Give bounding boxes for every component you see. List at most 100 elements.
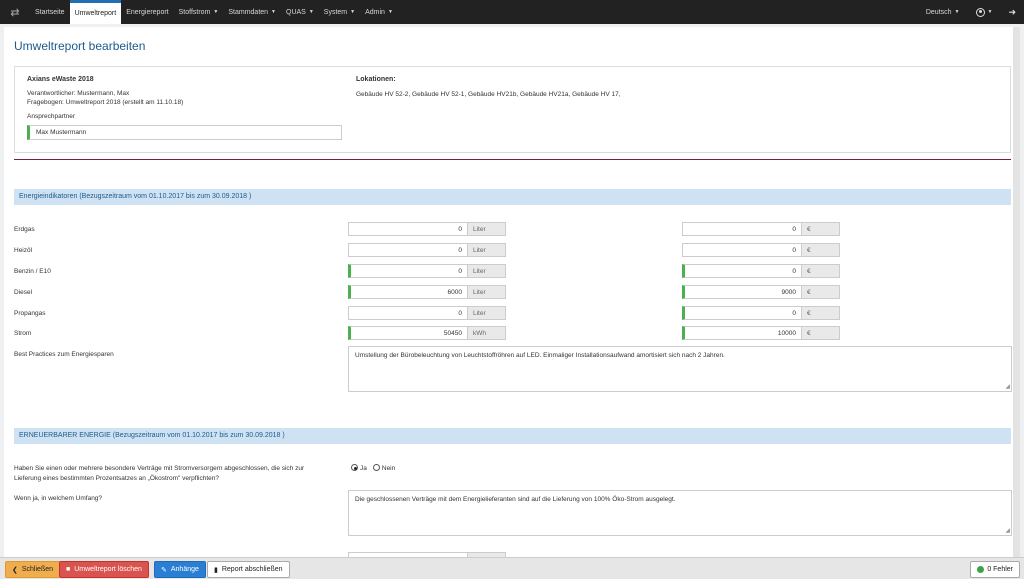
strom-amount-field[interactable]: 50450 kWh [348, 326, 506, 340]
nav-energiereport[interactable]: Energiereport [121, 0, 173, 24]
resize-handle-icon[interactable]: ◢ [1005, 383, 1010, 390]
amount-input[interactable]: 0 [348, 306, 468, 320]
nav-quas[interactable]: QUAS ▼ [281, 0, 319, 24]
lock-icon: ▮ [214, 566, 218, 574]
finish-report-button[interactable]: ▮ Report abschließen [207, 561, 290, 578]
cost-input[interactable]: 0 [682, 222, 802, 236]
nav-umweltreport[interactable]: Umweltreport [69, 0, 122, 24]
radio-no-label: Nein [381, 465, 396, 472]
amount-input[interactable]: 6000 [348, 285, 468, 299]
green-power-question-line2: Lieferung eines bestimmten Prozentsatzes… [14, 475, 219, 482]
extent-text: Die geschlossenen Verträge mit dem Energ… [355, 496, 676, 503]
locations-label: Lokationen: [356, 76, 396, 83]
swap-icon[interactable]: ⇄ [0, 0, 30, 24]
responsible-text: Verantwortlicher: Mustermann, Max [27, 90, 130, 97]
radio-no[interactable]: Nein [372, 464, 396, 472]
cost-input[interactable]: 10000 [682, 326, 802, 340]
error-count-button[interactable]: 0 Fehler [970, 561, 1020, 578]
nav-admin[interactable]: Admin ▼ [360, 0, 398, 24]
amount-input[interactable]: 0 [348, 222, 468, 236]
close-button-label: Schließen [21, 566, 54, 573]
row-label-erdgas: Erdgas [14, 226, 35, 233]
nav-stoffstrom[interactable]: Stoffstrom ▼ [174, 0, 224, 24]
green-power-radio-group: Ja Nein [351, 464, 395, 472]
heizoel-cost-field[interactable]: 0 € [682, 243, 840, 257]
cost-input[interactable]: 0 [682, 306, 802, 320]
caret-down-icon: ▼ [350, 9, 356, 15]
row-label-diesel: Diesel [14, 289, 33, 296]
finish-report-label: Report abschließen [221, 566, 283, 573]
radio-no-input[interactable] [372, 464, 380, 471]
locations-value: Gebäude HV 52-2, Gebäude HV 52-1, Gebäud… [356, 91, 621, 98]
nav-right: Deutsch ▼ ▼ ➜ [918, 0, 1024, 24]
benzin-cost-field[interactable]: 0 € [682, 264, 840, 278]
strom-cost-field[interactable]: 10000 € [682, 326, 840, 340]
caret-down-icon: ▼ [271, 9, 276, 15]
contact-input[interactable]: Max Mustermann [27, 125, 342, 140]
currency-addon: € [802, 306, 840, 320]
propangas-amount-field[interactable]: 0 Liter [348, 306, 506, 320]
caret-down-icon: ▼ [213, 9, 219, 15]
cost-input[interactable]: 0 [682, 243, 802, 257]
organization-name: Axians eWaste 2018 [27, 76, 94, 83]
chevron-left-icon: ❮ [12, 566, 18, 574]
top-navbar: ⇄ Startseite Umweltreport Energiereport … [0, 0, 1024, 24]
amount-input[interactable]: 0 [348, 264, 468, 278]
radio-yes-label: Ja [360, 465, 367, 472]
language-dropdown[interactable]: Deutsch ▼ [918, 0, 968, 24]
nav-label: Energiereport [126, 8, 169, 16]
best-practices-label: Best Practices zum Energiesparen [14, 351, 114, 358]
unit-addon: kWh [468, 326, 506, 340]
propangas-cost-field[interactable]: 0 € [682, 306, 840, 320]
amount-input[interactable]: 0 [348, 243, 468, 257]
best-practices-textarea[interactable]: Umstellung der Bürobeleuchtung von Leuch… [348, 346, 1012, 392]
unit-addon: Liter [468, 243, 506, 257]
nav-label: Umweltreport [74, 10, 117, 17]
logout-button[interactable]: ➜ [1000, 0, 1024, 24]
caret-down-icon: ▼ [987, 9, 993, 15]
delete-report-label: Umweltreport löschen [74, 566, 142, 573]
error-count-label: 0 Fehler [987, 566, 1013, 573]
caret-down-icon: ▼ [308, 9, 314, 15]
caret-down-icon: ▼ [387, 9, 393, 15]
erdgas-cost-field[interactable]: 0 € [682, 222, 840, 236]
section-divider [14, 159, 1011, 160]
contact-label: Ansprechpartner [27, 113, 76, 120]
close-button[interactable]: ❮ Schließen [5, 561, 61, 578]
nav-label: Stammdaten [228, 8, 269, 16]
trash-icon: ■ [66, 566, 71, 573]
attachments-button[interactable]: ✎ Anhänge [154, 561, 206, 578]
footer-toolbar: ❮ Schließen ■ Umweltreport löschen ✎ Anhäng… [0, 557, 1024, 579]
extent-textarea[interactable]: Die geschlossenen Verträge mit dem Energ… [348, 490, 1012, 536]
row-label-benzin: Benzin / E10 [14, 268, 51, 275]
currency-addon: € [802, 222, 840, 236]
diesel-cost-field[interactable]: 9000 € [682, 285, 840, 299]
logout-icon: ➜ [1008, 6, 1016, 17]
amount-input[interactable]: 50450 [348, 326, 468, 340]
unit-addon: Liter [468, 285, 506, 299]
diesel-amount-field[interactable]: 6000 Liter [348, 285, 506, 299]
benzin-amount-field[interactable]: 0 Liter [348, 264, 506, 278]
resize-handle-icon[interactable]: ◢ [1005, 527, 1010, 534]
user-menu[interactable]: ▼ [968, 0, 1001, 24]
nav-label: Stoffstrom [178, 8, 211, 16]
row-label-strom: Strom [14, 330, 32, 337]
currency-addon: € [802, 243, 840, 257]
questionnaire-text: Fragebogen: Umweltreport 2018 (erstellt … [27, 99, 184, 106]
delete-report-button[interactable]: ■ Umweltreport löschen [59, 561, 149, 578]
check-circle-icon [977, 566, 985, 573]
caret-down-icon: ▼ [954, 9, 960, 15]
nav-system[interactable]: System ▼ [319, 0, 360, 24]
extent-label: Wenn ja, in welchem Umfang? [14, 495, 103, 502]
erdgas-amount-field[interactable]: 0 Liter [348, 222, 506, 236]
nav-stammdaten[interactable]: Stammdaten ▼ [223, 0, 281, 24]
radio-yes-input[interactable] [351, 464, 358, 471]
cost-input[interactable]: 0 [682, 264, 802, 278]
row-label-propangas: Propangas [14, 310, 46, 317]
main-content: Umweltreport bearbeiten Axians eWaste 20… [4, 27, 1020, 557]
radio-yes[interactable]: Ja [351, 464, 367, 472]
currency-addon: € [802, 326, 840, 340]
cost-input[interactable]: 9000 [682, 285, 802, 299]
nav-startseite[interactable]: Startseite [30, 0, 70, 24]
heizoel-amount-field[interactable]: 0 Liter [348, 243, 506, 257]
